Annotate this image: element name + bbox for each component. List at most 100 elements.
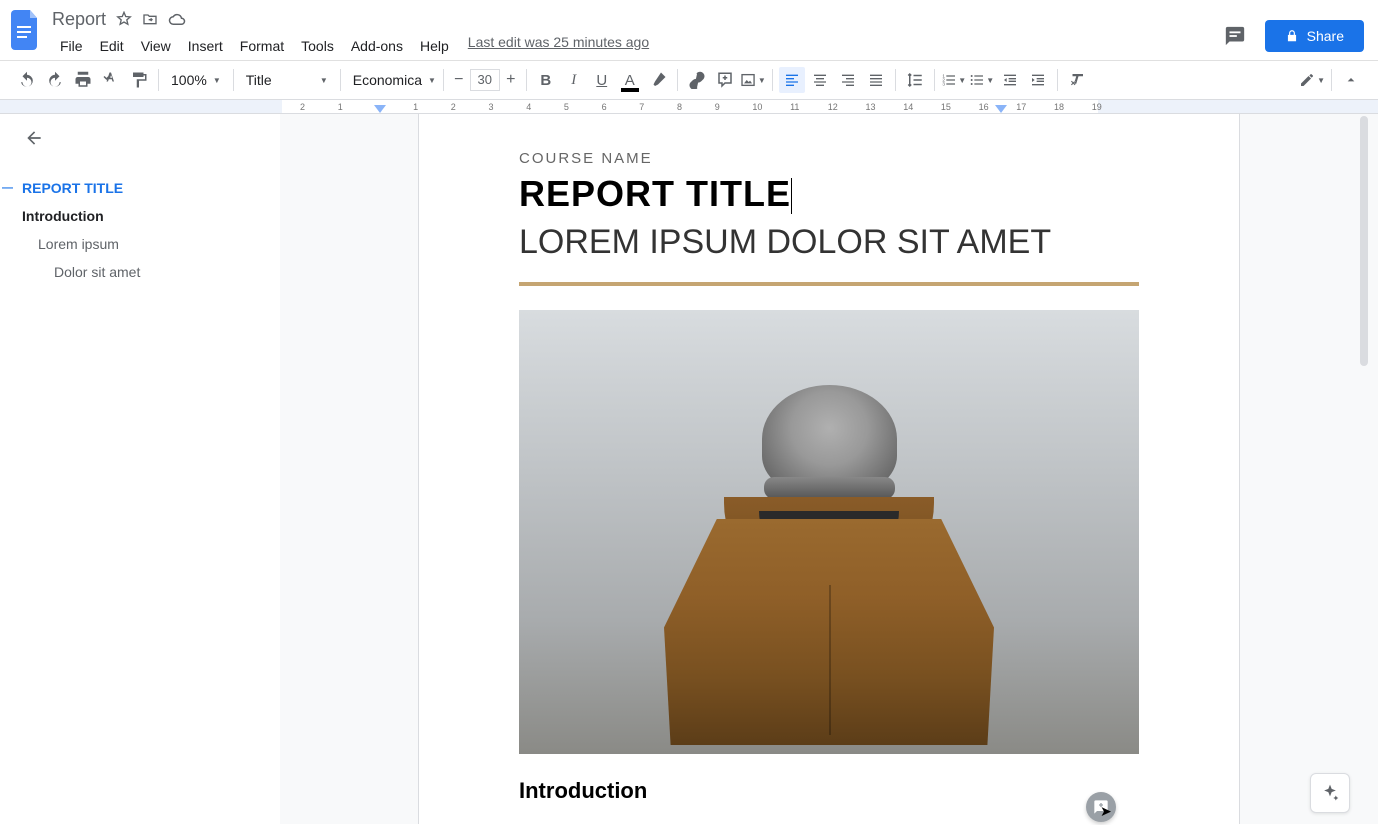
ruler-tick: 11 xyxy=(790,102,799,112)
add-comment-floating-button[interactable] xyxy=(1086,792,1116,822)
bullet-list-button[interactable]: ▼ xyxy=(969,67,995,93)
outdent-button[interactable] xyxy=(997,67,1023,93)
ruler-tick: 3 xyxy=(489,102,494,112)
document-canvas[interactable]: COURSE NAME REPORT TITLE LOREM IPSUM DOL… xyxy=(280,114,1378,824)
align-right-button[interactable] xyxy=(835,67,861,93)
report-title[interactable]: REPORT TITLE xyxy=(519,173,1139,215)
right-indent-marker[interactable] xyxy=(995,105,1007,113)
ruler-tick: 7 xyxy=(639,102,644,112)
text-cursor xyxy=(791,178,792,214)
font-value: Economica xyxy=(353,72,422,88)
menu-bar: File Edit View Insert Format Tools Add-o… xyxy=(52,34,1221,58)
menu-file[interactable]: File xyxy=(52,34,91,58)
outline-back-button[interactable] xyxy=(24,128,46,150)
divider-line xyxy=(519,282,1139,286)
course-name[interactable]: COURSE NAME xyxy=(519,150,1139,167)
font-select[interactable]: Economica▼ xyxy=(347,72,437,88)
outline-item-title[interactable]: REPORT TITLE xyxy=(20,174,260,202)
ruler-tick: 2 xyxy=(300,102,305,112)
ruler-tick: 4 xyxy=(526,102,531,112)
lock-icon xyxy=(1285,29,1299,43)
bold-button[interactable]: B xyxy=(533,67,559,93)
menu-tools[interactable]: Tools xyxy=(293,34,342,58)
ruler-tick: 14 xyxy=(903,102,913,112)
highlight-button[interactable] xyxy=(645,67,671,93)
outline-item[interactable]: Lorem ipsum xyxy=(20,230,260,258)
star-icon[interactable] xyxy=(116,11,132,27)
cloud-icon[interactable] xyxy=(168,12,186,26)
last-edit-link[interactable]: Last edit was 25 minutes ago xyxy=(468,34,649,58)
ruler-tick: 13 xyxy=(866,102,876,112)
ruler-tick: 17 xyxy=(1016,102,1026,112)
ruler-tick: 12 xyxy=(828,102,838,112)
ruler-tick: 5 xyxy=(564,102,569,112)
ruler-tick: 1 xyxy=(413,102,418,112)
ruler[interactable]: 2112345678910111213141516171819 xyxy=(0,100,1378,114)
redo-button[interactable] xyxy=(42,67,68,93)
outline-item[interactable]: Introduction xyxy=(20,202,260,230)
ruler-tick: 16 xyxy=(979,102,989,112)
chevron-down-icon: ▼ xyxy=(1317,76,1325,85)
svg-text:3: 3 xyxy=(943,81,946,86)
outline-item[interactable]: Dolor sit amet xyxy=(20,258,260,286)
ruler-tick: 2 xyxy=(451,102,456,112)
line-spacing-button[interactable] xyxy=(902,67,928,93)
comments-button[interactable] xyxy=(1221,22,1249,50)
document-page[interactable]: COURSE NAME REPORT TITLE LOREM IPSUM DOL… xyxy=(419,114,1239,824)
indent-button[interactable] xyxy=(1025,67,1051,93)
report-subtitle[interactable]: LOREM IPSUM DOLOR SIT AMET xyxy=(519,223,1139,262)
vertical-scrollbar[interactable] xyxy=(1360,116,1368,366)
menu-edit[interactable]: Edit xyxy=(92,34,132,58)
underline-button[interactable]: U xyxy=(589,67,615,93)
link-button[interactable] xyxy=(684,67,710,93)
docs-logo[interactable] xyxy=(8,8,44,52)
outline-panel: REPORT TITLE Introduction Lorem ipsum Do… xyxy=(0,114,280,824)
paint-format-button[interactable] xyxy=(126,67,152,93)
zoom-value: 100% xyxy=(171,72,207,88)
hero-image[interactable] xyxy=(519,310,1139,754)
clear-formatting-button[interactable] xyxy=(1064,67,1090,93)
menu-addons[interactable]: Add-ons xyxy=(343,34,411,58)
insert-image-button[interactable]: ▼ xyxy=(740,67,766,93)
ruler-tick: 9 xyxy=(715,102,720,112)
decrease-font-button[interactable]: − xyxy=(450,71,468,89)
menu-insert[interactable]: Insert xyxy=(180,34,231,58)
share-label: Share xyxy=(1307,28,1344,44)
paragraph-style-select[interactable]: Title ▼ xyxy=(240,72,334,88)
add-comment-button[interactable] xyxy=(712,67,738,93)
undo-button[interactable] xyxy=(14,67,40,93)
toolbar: 100%▼ Title▼ Economica▼ − 30 + B I U A ▼… xyxy=(0,60,1378,100)
ruler-tick: 15 xyxy=(941,102,951,112)
increase-font-button[interactable]: + xyxy=(502,71,520,89)
align-justify-button[interactable] xyxy=(863,67,889,93)
text-color-button[interactable]: A xyxy=(617,67,643,93)
heading-introduction[interactable]: Introduction xyxy=(519,778,1139,804)
ruler-tick: 1 xyxy=(338,102,343,112)
menu-help[interactable]: Help xyxy=(412,34,457,58)
collapse-toolbar-button[interactable] xyxy=(1338,67,1364,93)
align-center-button[interactable] xyxy=(807,67,833,93)
chevron-down-icon: ▼ xyxy=(958,76,966,85)
numbered-list-button[interactable]: 123▼ xyxy=(941,67,967,93)
ruler-tick: 8 xyxy=(677,102,682,112)
editing-mode-button[interactable]: ▼ xyxy=(1299,67,1325,93)
move-folder-icon[interactable] xyxy=(142,11,158,27)
menu-format[interactable]: Format xyxy=(232,34,292,58)
chevron-down-icon: ▼ xyxy=(320,76,328,85)
chevron-down-icon: ▼ xyxy=(213,76,221,85)
style-value: Title xyxy=(246,72,272,88)
italic-button[interactable]: I xyxy=(561,67,587,93)
align-left-button[interactable] xyxy=(779,67,805,93)
menu-view[interactable]: View xyxy=(133,34,179,58)
chevron-down-icon: ▼ xyxy=(986,76,994,85)
print-button[interactable] xyxy=(70,67,96,93)
ruler-tick: 6 xyxy=(602,102,607,112)
left-indent-marker[interactable] xyxy=(374,105,386,113)
document-title[interactable]: Report xyxy=(52,9,106,30)
zoom-select[interactable]: 100% ▼ xyxy=(165,72,227,88)
explore-button[interactable] xyxy=(1310,773,1350,813)
font-size-input[interactable]: 30 xyxy=(470,69,500,91)
spellcheck-button[interactable] xyxy=(98,67,124,93)
share-button[interactable]: Share xyxy=(1265,20,1364,52)
ruler-tick: 10 xyxy=(752,102,762,112)
